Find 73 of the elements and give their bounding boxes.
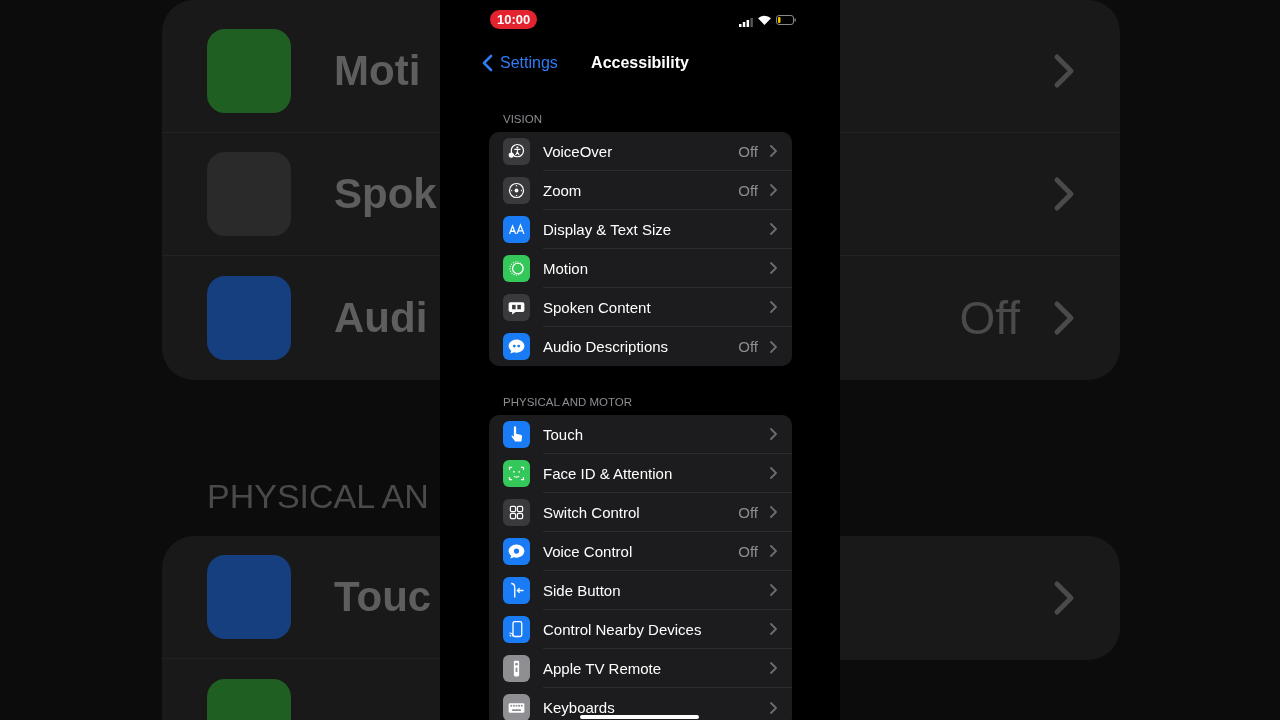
zoom-icon [503, 177, 530, 204]
row-label: Apple TV Remote [543, 659, 662, 677]
text-size-icon [503, 216, 530, 243]
wifi-icon [758, 15, 771, 25]
grid-icon [503, 499, 530, 526]
chevron-icon [770, 223, 777, 235]
row-label: Display & Text Size [543, 220, 672, 238]
row-label: Audi [334, 293, 428, 342]
row-label: Side Button [543, 581, 621, 599]
row-label: Voice Control [543, 542, 633, 560]
page-title: Accessibility [591, 54, 689, 72]
chevron-icon [770, 301, 777, 313]
row-label: Keyboards [543, 699, 615, 716]
chat-bubble-icon [503, 538, 530, 565]
phone-signal-icon [503, 616, 530, 643]
settings-row[interactable]: Zoom Off [489, 171, 792, 210]
settings-row[interactable]: Switch Control Off [489, 493, 792, 532]
row-label: VoiceOver [543, 142, 613, 160]
chevron-icon [770, 467, 777, 479]
row-value: Off [738, 142, 758, 160]
chevron-icon [770, 506, 777, 518]
settings-row[interactable]: Face ID & Attention [489, 454, 792, 493]
keyboard-icon [503, 694, 530, 720]
row-label: Touch [543, 425, 584, 443]
chevron-icon [770, 262, 777, 274]
settings-row[interactable]: Side Button [489, 571, 792, 610]
row-label: Touc [334, 573, 432, 621]
settings-row[interactable]: VoiceOver Off [489, 132, 792, 171]
row-value: Off [738, 338, 758, 355]
row-label: Switch Control [543, 503, 640, 521]
status-time: 10:00 [490, 9, 538, 29]
row-value: Off [738, 503, 758, 521]
chevron-icon [770, 428, 777, 440]
row-value: Off [738, 181, 758, 199]
back-chevron-icon [482, 54, 493, 72]
row-label: Spoken Content [543, 298, 651, 316]
row-label: Motion [543, 259, 589, 277]
row-label: Face ID & Attention [543, 464, 673, 482]
chevron-icon [770, 184, 777, 196]
row-label: Spok [334, 170, 437, 218]
chevron-icon [1053, 299, 1075, 336]
chevron-icon [770, 145, 777, 157]
remote-icon [503, 655, 530, 682]
section-header: PHYSICAL AN [207, 477, 429, 516]
chevron-icon [1053, 176, 1075, 212]
chevron-icon [770, 340, 777, 353]
section-header: PHYSICAL AND MOTOR [503, 396, 633, 408]
signal-icon [739, 17, 753, 27]
settings-row[interactable]: Touch [489, 415, 792, 454]
row-value: Off [738, 542, 758, 560]
chevron-icon [770, 584, 777, 596]
chevron-icon [1053, 53, 1075, 89]
section-header: VISION [503, 113, 542, 125]
chevron-icon [770, 662, 777, 674]
settings-row[interactable]: Voice Control Off [489, 532, 792, 571]
chevron-icon [770, 623, 777, 635]
battery-icon [776, 15, 796, 25]
settings-row[interactable]: Motion [489, 249, 792, 288]
side-button-icon [503, 577, 530, 604]
chevron-icon [770, 701, 777, 714]
back-button[interactable]: Settings [474, 54, 558, 72]
chevron-icon [770, 545, 777, 557]
settings-row[interactable]: Display & Text Size [489, 210, 792, 249]
settings-row[interactable]: Spoken Content [489, 288, 792, 327]
settings-row[interactable]: Control Nearby Devices [489, 610, 792, 649]
settings-row[interactable]: Audio Descriptions Off [489, 327, 792, 366]
accessibility-person-icon [503, 138, 530, 165]
settings-row[interactable]: Apple TV Remote [489, 649, 792, 688]
row-label: Moti [334, 47, 421, 95]
row-label: Audio Descriptions [543, 338, 669, 355]
chevron-icon [1053, 579, 1075, 616]
row-label: Zoom [543, 181, 582, 199]
row-label: Control Nearby Devices [543, 620, 702, 638]
